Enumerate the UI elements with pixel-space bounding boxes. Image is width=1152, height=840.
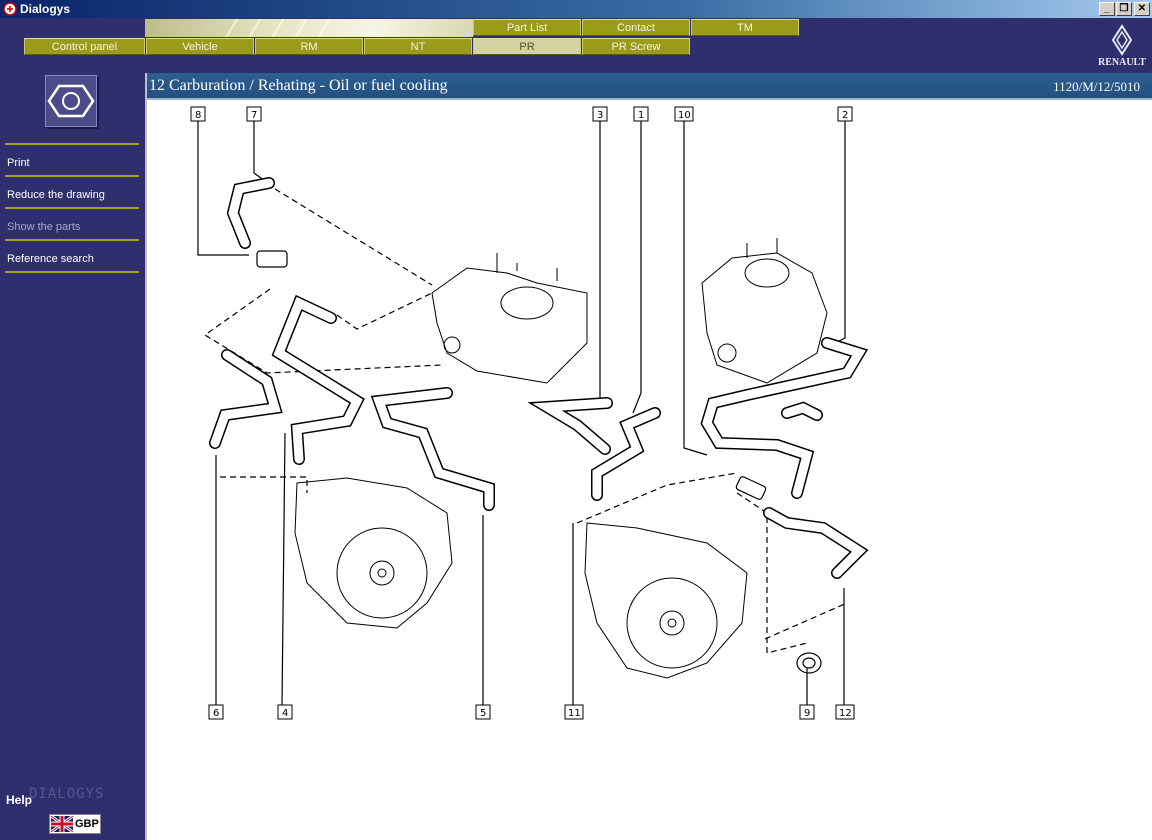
callout-10[interactable]: 10	[674, 106, 694, 122]
svg-text:8: 8	[195, 110, 201, 121]
tab-part-list[interactable]: Part List	[473, 19, 581, 36]
hex-nut-icon	[47, 84, 95, 118]
module-logo	[45, 75, 97, 127]
leader-line	[632, 115, 642, 414]
brand-name: RENAULT	[1098, 57, 1146, 68]
callout-11[interactable]: 11	[564, 704, 584, 720]
union-fitting	[796, 652, 822, 674]
drawing-reference: 1120/M/12/5010	[1053, 79, 1140, 94]
tab-tm[interactable]: TM	[691, 19, 799, 36]
sidebar: Print Reduce the drawing Show the parts …	[0, 73, 145, 840]
tab-control-panel[interactable]: Control panel	[24, 38, 145, 55]
content-panel: 12 Carburation / Rehating - Oil or fuel …	[145, 73, 1152, 840]
tab-pr[interactable]: PR	[473, 38, 581, 55]
close-button[interactable]: ✕	[1134, 2, 1150, 16]
renault-logo: RENAULT	[1096, 24, 1148, 68]
minimize-button[interactable]: _	[1099, 2, 1115, 16]
svg-text:7: 7	[251, 110, 257, 121]
water-pump-left	[294, 477, 453, 629]
carburettor-right	[701, 238, 828, 384]
callout-4[interactable]: 4	[277, 704, 293, 720]
hose-set-left	[209, 177, 495, 511]
app-icon	[3, 2, 17, 16]
carburettor-left	[431, 253, 588, 384]
restore-button[interactable]: ❐	[1116, 2, 1132, 16]
window-title-bar: Dialogys _ ❐ ✕	[0, 0, 1152, 18]
svg-text:6: 6	[213, 708, 219, 719]
tab-pr-screw[interactable]: PR Screw	[582, 38, 690, 55]
svg-text:4: 4	[282, 708, 288, 719]
menu-divider	[5, 271, 139, 273]
svg-text:1: 1	[638, 110, 644, 121]
page-title: 12 Carburation / Rehating - Oil or fuel …	[149, 77, 448, 94]
thermostat-housing	[256, 250, 288, 268]
renault-diamond-icon	[1111, 24, 1133, 56]
reduce-drawing-button[interactable]: Reduce the drawing	[5, 175, 139, 207]
help-button[interactable]: Help	[6, 793, 32, 807]
leader-line	[253, 115, 266, 182]
app-wordmark: DIALOGYS	[29, 786, 105, 802]
callout-6[interactable]: 6	[208, 704, 224, 720]
assembly-guide-lines	[203, 188, 848, 654]
svg-text:12: 12	[839, 708, 852, 719]
language-code: GBP	[75, 818, 99, 830]
uk-flag-icon	[51, 816, 73, 832]
heading-bar: 12 Carburation / Rehating - Oil or fuel …	[147, 73, 1152, 100]
svg-text:9: 9	[804, 708, 810, 719]
print-button[interactable]: Print	[5, 143, 139, 175]
svg-text:5: 5	[480, 708, 486, 719]
callout-7[interactable]: 7	[246, 106, 262, 122]
leader-line	[281, 432, 286, 706]
language-selector[interactable]: GBP	[49, 814, 101, 834]
show-parts-button: Show the parts	[5, 207, 139, 239]
callout-5[interactable]: 5	[475, 704, 491, 720]
connector-sleeve	[735, 476, 767, 500]
header-banner-image	[145, 19, 473, 37]
leader-line	[576, 115, 601, 404]
tab-rm[interactable]: RM	[255, 38, 363, 55]
tab-contact[interactable]: Contact	[582, 19, 690, 36]
leader-line	[683, 115, 708, 456]
callout-9[interactable]: 9	[799, 704, 815, 720]
window-title: Dialogys	[20, 2, 71, 16]
callout-2[interactable]: 2	[837, 106, 853, 122]
callout-8[interactable]: 8	[190, 106, 206, 122]
callout-3[interactable]: 3	[592, 106, 608, 122]
exploded-parts-drawing[interactable]: 8 7 3 1 10 2 6 4 5 11 9 12	[147, 103, 1152, 833]
callout-1[interactable]: 1	[633, 106, 649, 122]
svg-text:3: 3	[597, 110, 603, 121]
tab-nt[interactable]: NT	[364, 38, 472, 55]
svg-text:11: 11	[568, 708, 581, 719]
tab-vehicle[interactable]: Vehicle	[146, 38, 254, 55]
leader-line	[834, 115, 846, 344]
svg-text:10: 10	[678, 110, 691, 121]
callout-12[interactable]: 12	[835, 704, 855, 720]
header: Part List Contact TM Control panel Vehic…	[0, 18, 1152, 73]
water-pump-right	[584, 522, 748, 679]
reference-search-button[interactable]: Reference search	[5, 239, 139, 271]
svg-text:2: 2	[842, 110, 848, 121]
